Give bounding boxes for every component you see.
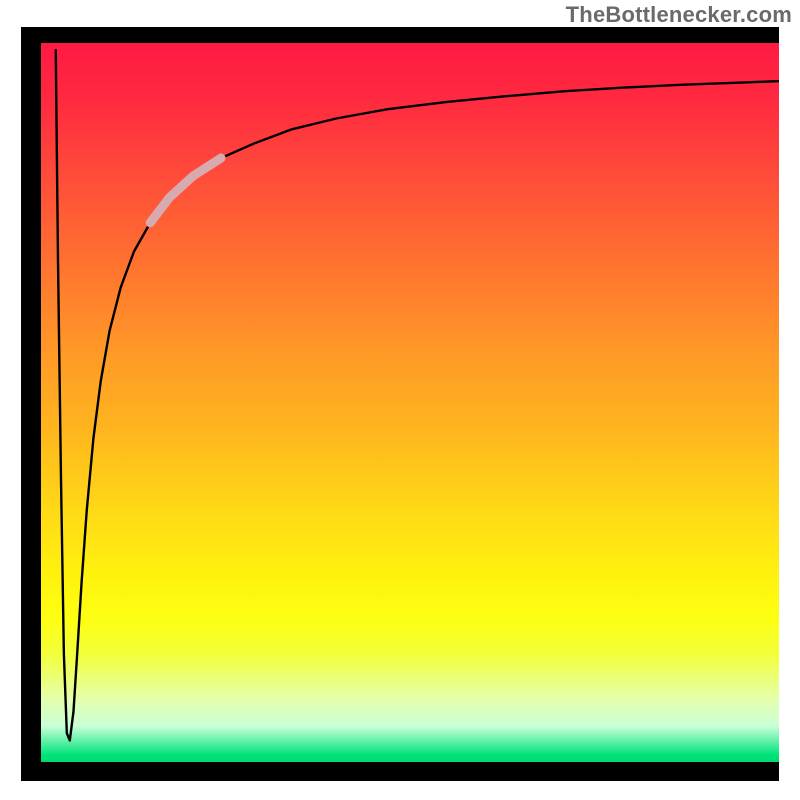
attribution-text: TheBottlenecker.com — [566, 2, 792, 28]
plot-frame — [21, 27, 779, 781]
highlight-segment — [150, 158, 221, 223]
curve-layer — [41, 43, 779, 762]
plot-area — [41, 43, 779, 762]
bottleneck-curve — [56, 50, 779, 740]
chart-stage: TheBottlenecker.com — [0, 0, 800, 800]
